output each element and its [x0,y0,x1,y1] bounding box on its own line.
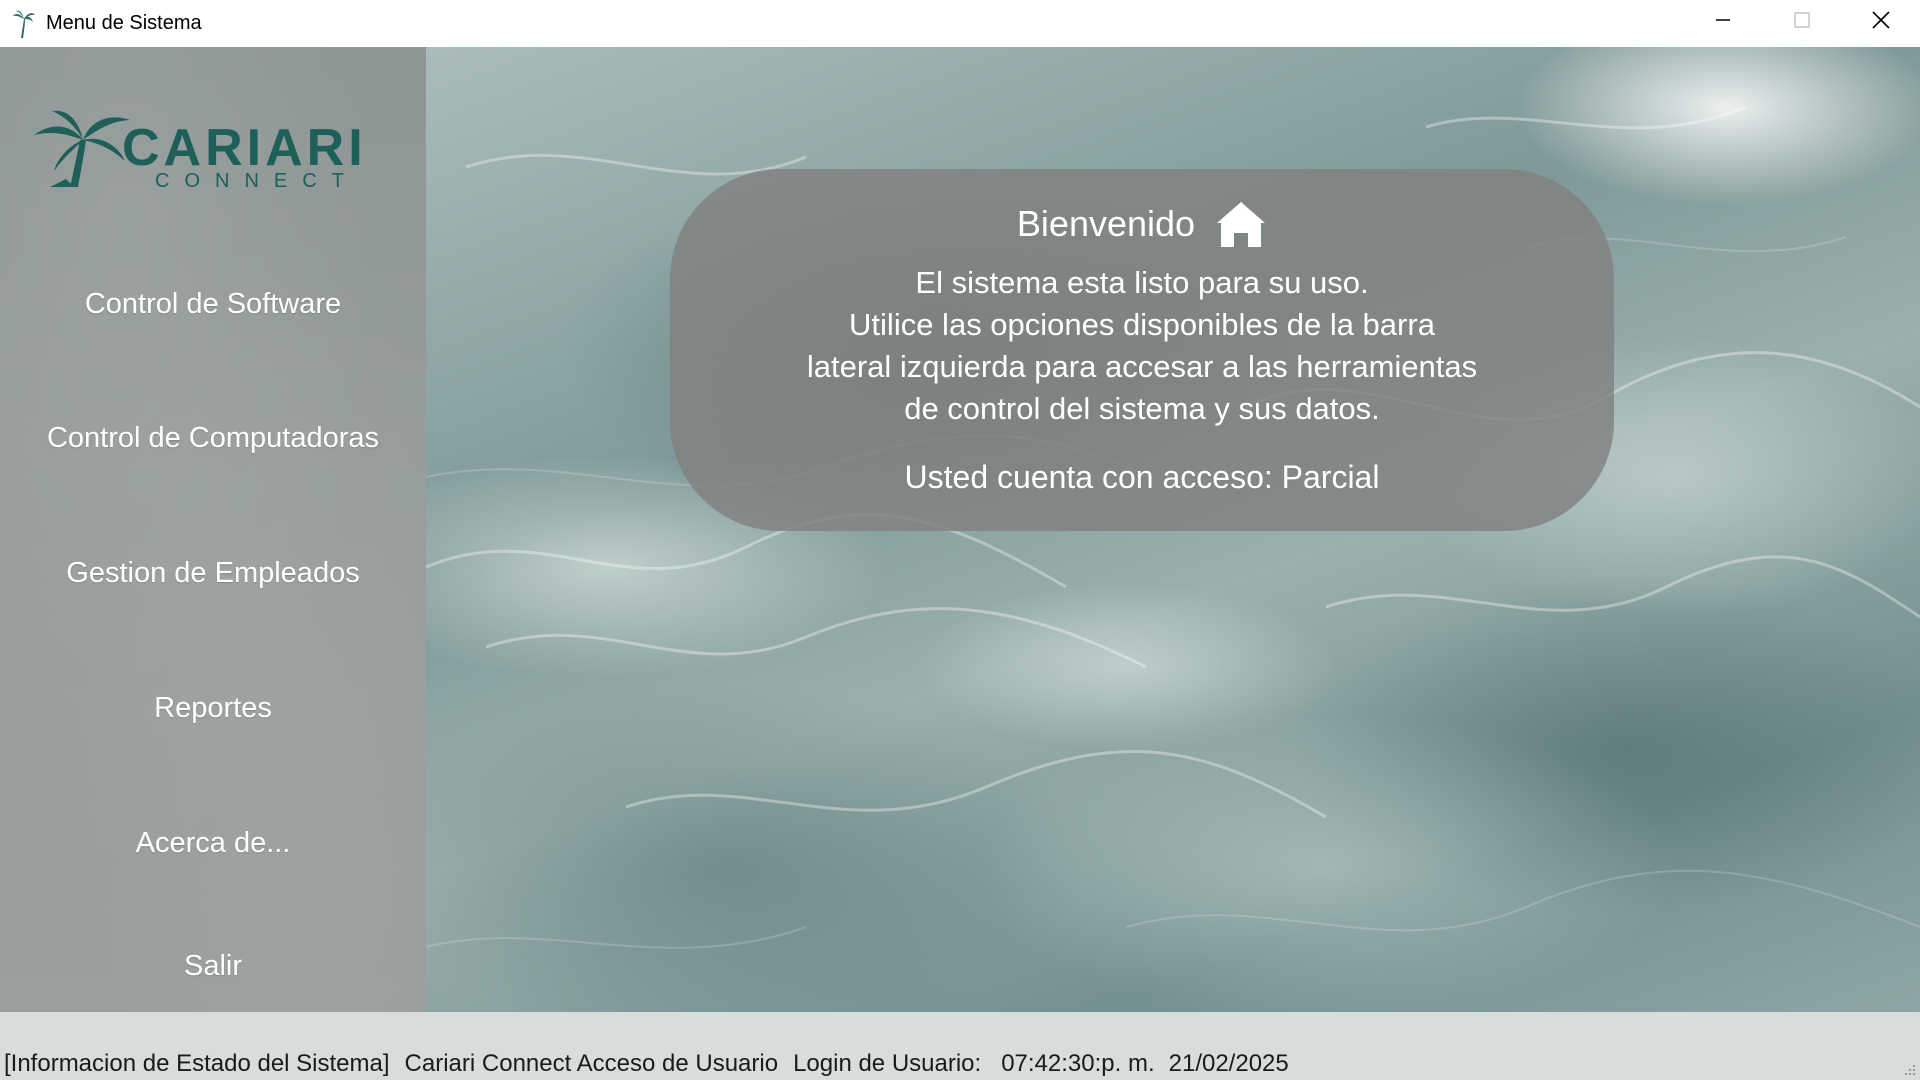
sidebar-item-salir[interactable]: Salir [0,936,426,996]
palm-tree-icon [13,10,35,38]
minimize-button[interactable] [1683,0,1762,40]
status-bar: [Informacion de Estado del Sistema] Cari… [0,1040,1920,1080]
sidebar-item-reportes[interactable]: Reportes [0,678,426,738]
sidebar-item-control-computadoras[interactable]: Control de Computadoras [0,408,426,468]
sidebar-item-label: Acerca de... [135,826,291,859]
welcome-line: de control del sistema y sus datos. [904,391,1380,426]
window-controls [1683,0,1920,47]
app-window: Menu de Sistema CARIARI CONNECT Control … [0,0,1920,1080]
sidebar: CARIARI CONNECT Control de Software Cont… [0,47,426,1012]
status-time: 07:42:30:p. m. [1001,1050,1155,1077]
logo-tagline-text: CONNECT [155,170,359,192]
title-bar[interactable]: Menu de Sistema [0,0,1920,47]
sidebar-item-label: Control de Computadoras [46,421,380,454]
close-button[interactable] [1841,0,1920,40]
home-icon [1217,202,1266,247]
sidebar-item-acerca-de[interactable]: Acerca de... [0,813,426,873]
welcome-card: Bienvenido El sistema esta listo para su… [670,169,1614,531]
minimize-icon [1715,19,1730,21]
status-login-label: Login de Usuario: [793,1050,982,1077]
sidebar-item-gestion-empleados[interactable]: Gestion de Empleados [0,543,426,603]
sidebar-item-label: Reportes [154,691,272,724]
welcome-line: Utilice las opciones disponibles de la b… [849,307,1435,342]
welcome-message: El sistema esta listo para su uso. Utili… [710,262,1574,430]
sidebar-item-label: Gestion de Empleados [66,556,360,589]
welcome-line: El sistema esta listo para su uso. [915,265,1369,300]
status-section-label: [Informacion de Estado del Sistema] [4,1050,390,1077]
sidebar-item-label: Control de Software [84,287,342,320]
sidebar-item-label: Salir [183,949,242,982]
window-title: Menu de Sistema [46,12,202,34]
close-icon [1871,11,1890,29]
status-app-label: Cariari Connect Acceso de Usuario [404,1050,779,1077]
sidebar-item-control-software[interactable]: Control de Software [0,274,426,334]
welcome-title: Bienvenido [1016,203,1196,244]
access-level-text: Usted cuenta con acceso: Parcial [904,459,1380,495]
resize-grip-icon[interactable] [1902,1062,1916,1076]
cariari-connect-logo: CARIARI CONNECT [34,110,367,192]
main-content: Bienvenido El sistema esta listo para su… [426,47,1920,1012]
maximize-icon [1793,12,1810,28]
status-date: 21/02/2025 [1168,1050,1289,1077]
logo-brand-text: CARIARI [122,119,367,177]
welcome-header: Bienvenido [670,199,1614,249]
maximize-button[interactable] [1762,0,1841,40]
welcome-line: lateral izquierda para accesar a las her… [806,349,1478,384]
